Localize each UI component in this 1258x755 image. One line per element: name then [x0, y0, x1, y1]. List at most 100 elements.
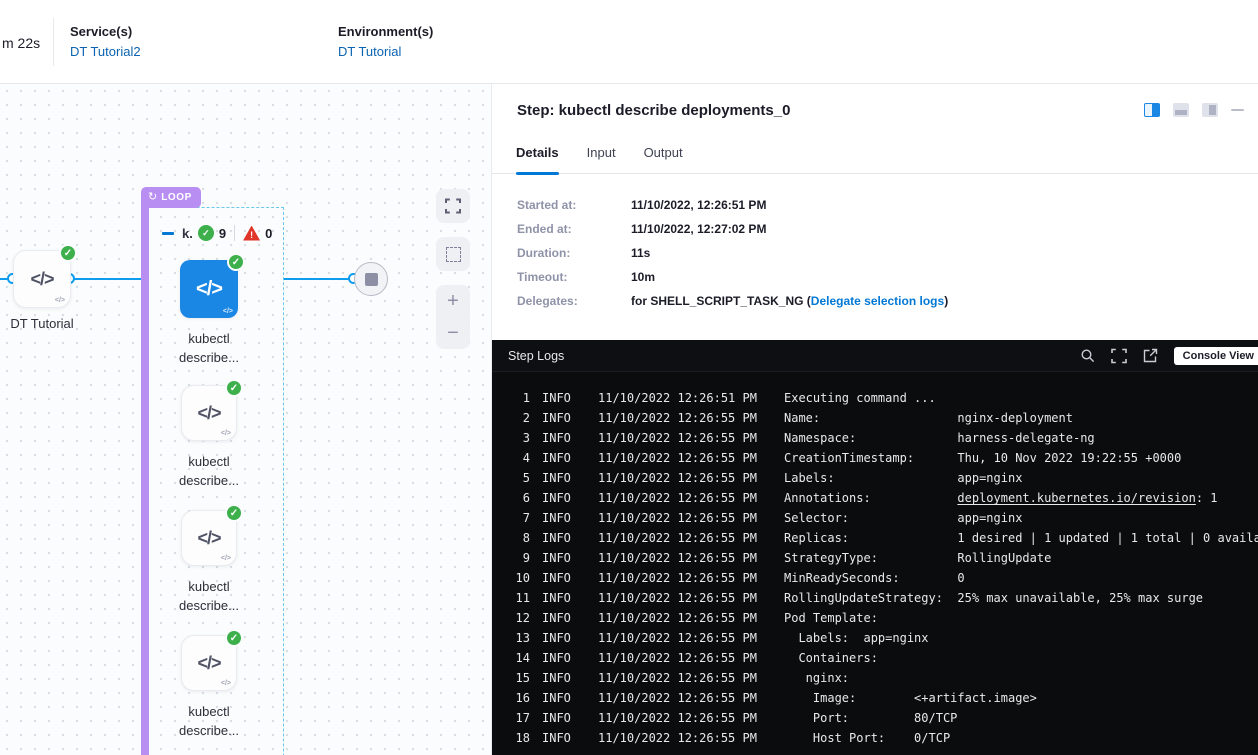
shell-script-mini-icon: </>	[55, 297, 65, 304]
warning-triangle-icon: !	[243, 226, 260, 241]
pipeline-end-node[interactable]	[354, 262, 388, 296]
detail-label: Ended at:	[517, 222, 631, 236]
log-annotation-link[interactable]: deployment.kubernetes.io/revision	[957, 491, 1195, 505]
topbar-divider	[53, 18, 54, 66]
marquee-select-icon	[446, 247, 461, 262]
log-line: 6INFO11/10/2022 12:26:55 PMAnnotations: …	[508, 488, 1258, 508]
step-details-panel: Step: kubectl describe deployments_0 Det…	[491, 84, 1258, 755]
detail-label: Started at:	[517, 198, 631, 212]
open-in-new-tab-icon[interactable]	[1143, 348, 1158, 363]
step-tabs: Details Input Output	[492, 145, 1258, 174]
success-check-icon: ✓	[225, 379, 243, 397]
detail-value: 11/10/2022, 12:27:02 PM	[631, 222, 766, 236]
stop-square-icon	[365, 273, 378, 286]
log-line: 3INFO11/10/2022 12:26:55 PMNamespace: ha…	[508, 428, 1258, 448]
step-logs-toolbar: Step Logs Console View	[492, 340, 1258, 372]
detail-label: Timeout:	[517, 270, 631, 284]
step-details-list: Started at:11/10/2022, 12:26:51 PMEnded …	[492, 174, 1258, 308]
canvas-select-button[interactable]	[436, 237, 470, 271]
log-line: 10INFO11/10/2022 12:26:55 PMMinReadySeco…	[508, 568, 1258, 588]
step-node-label: kubectl describe...	[150, 702, 268, 740]
detail-row: Started at:11/10/2022, 12:26:51 PM	[517, 198, 1234, 212]
layout-split-right-button[interactable]	[1144, 103, 1160, 117]
step-node-kubectl-describe[interactable]: ✓</></>kubectl describe...	[150, 635, 268, 740]
step-details-header: Step: kubectl describe deployments_0	[492, 84, 1258, 119]
layout-bottom-button[interactable]	[1173, 103, 1189, 117]
detail-value: 11/10/2022, 12:26:51 PM	[631, 198, 766, 212]
code-icon: </>	[30, 269, 53, 290]
search-icon[interactable]	[1080, 348, 1095, 363]
count-divider	[234, 225, 235, 241]
log-line: 4INFO11/10/2022 12:26:55 PMCreationTimes…	[508, 448, 1258, 468]
elapsed-duration: m 22s	[2, 35, 40, 51]
log-line: 9INFO11/10/2022 12:26:55 PMStrategyType:…	[508, 548, 1258, 568]
loop-icon: ↻	[148, 192, 157, 203]
logs-fullscreen-icon[interactable]	[1111, 348, 1127, 364]
log-output[interactable]: 1INFO11/10/2022 12:26:51 PMExecuting com…	[492, 372, 1258, 748]
log-line: 17INFO11/10/2022 12:26:55 PM Port: 80/TC…	[508, 708, 1258, 728]
stage-node-dt-tutorial[interactable]: ✓ </> </>	[13, 250, 71, 308]
service-block: Service(s) DT Tutorial2	[70, 24, 141, 59]
panel-layout-controls	[1144, 103, 1244, 117]
code-icon: </>	[197, 653, 220, 674]
execution-topbar: m 22s Service(s) DT Tutorial2 Environmen…	[0, 0, 1258, 84]
pipeline-execution-view: m 22s Service(s) DT Tutorial2 Environmen…	[0, 0, 1258, 755]
tab-details[interactable]: Details	[516, 145, 559, 173]
environment-link[interactable]: DT Tutorial	[338, 44, 433, 59]
zoom-out-button[interactable]: −	[447, 324, 459, 342]
log-line: 15INFO11/10/2022 12:26:55 PM nginx:	[508, 668, 1258, 688]
collapse-minus-icon[interactable]	[162, 232, 174, 235]
detail-value: for SHELL_SCRIPT_TASK_NG (Delegate selec…	[631, 294, 948, 308]
success-count-icon: ✓	[198, 225, 214, 241]
detail-row: Timeout:10m	[517, 270, 1234, 284]
log-line: 12INFO11/10/2022 12:26:55 PMPod Template…	[508, 608, 1258, 628]
canvas-zoom-controls[interactable]: + −	[436, 285, 470, 349]
step-node-kubectl-describe[interactable]: ✓</></>kubectl describe...	[150, 385, 268, 490]
success-check-icon: ✓	[225, 504, 243, 522]
loop-badge[interactable]: ↻ LOOP	[141, 187, 201, 208]
environment-block: Environment(s) DT Tutorial	[338, 24, 433, 59]
code-icon: </>	[197, 403, 220, 424]
step-node-kubectl-describe[interactable]: ✓</></>kubectl describe...	[150, 260, 268, 367]
loop-group-name: k.	[182, 226, 193, 241]
step-logs-section: Step Logs Console View 1INFO11/10/2022 1…	[492, 340, 1258, 755]
log-line: 1INFO11/10/2022 12:26:51 PMExecuting com…	[508, 388, 1258, 408]
canvas-fullscreen-button[interactable]	[436, 189, 470, 223]
console-view-button[interactable]: Console View	[1174, 347, 1258, 365]
log-line: 16INFO11/10/2022 12:26:55 PM Image: <+ar…	[508, 688, 1258, 708]
step-node-kubectl-describe[interactable]: ✓</></>kubectl describe...	[150, 510, 268, 615]
loop-group-header[interactable]: k. ✓ 9 ! 0	[162, 225, 272, 241]
panel-minimize-button[interactable]	[1231, 109, 1244, 111]
code-icon: </>	[197, 528, 220, 549]
layout-float-button[interactable]	[1202, 103, 1218, 117]
zoom-in-button[interactable]: +	[447, 292, 459, 310]
service-link[interactable]: DT Tutorial2	[70, 44, 141, 59]
fullscreen-icon	[445, 198, 461, 214]
log-line: 13INFO11/10/2022 12:26:55 PM Labels: app…	[508, 628, 1258, 648]
detail-row: Ended at:11/10/2022, 12:27:02 PM	[517, 222, 1234, 236]
service-label: Service(s)	[70, 24, 141, 39]
delegate-selection-logs-link[interactable]: Delegate selection logs	[811, 294, 944, 308]
tab-input[interactable]: Input	[587, 145, 616, 173]
environment-label: Environment(s)	[338, 24, 433, 39]
shell-script-mini-icon: </>	[221, 430, 231, 437]
pipeline-graph-canvas[interactable]: ✓ </> </> DT Tutorial ↻ LOOP k. ✓ 9 ! 0 …	[0, 84, 491, 755]
step-node-label: kubectl describe...	[150, 329, 268, 367]
detail-label: Duration:	[517, 246, 631, 260]
shell-script-mini-icon: </>	[223, 308, 233, 315]
edge-start-to-loop	[71, 278, 141, 280]
code-icon: </>	[196, 278, 222, 301]
failed-count: 0	[265, 226, 272, 241]
step-node-label: kubectl describe...	[150, 452, 268, 490]
step-node-label: kubectl describe...	[150, 577, 268, 615]
step-logs-title: Step Logs	[508, 349, 564, 363]
detail-value: 10m	[631, 270, 655, 284]
stage-node-label: DT Tutorial	[0, 316, 104, 331]
log-line: 11INFO11/10/2022 12:26:55 PMRollingUpdat…	[508, 588, 1258, 608]
detail-row: Delegates:for SHELL_SCRIPT_TASK_NG (Dele…	[517, 294, 1234, 308]
success-check-icon: ✓	[225, 629, 243, 647]
detail-label: Delegates:	[517, 294, 631, 308]
edge-loop-to-end	[284, 278, 356, 280]
log-line: 5INFO11/10/2022 12:26:55 PMLabels: app=n…	[508, 468, 1258, 488]
tab-output[interactable]: Output	[644, 145, 683, 173]
